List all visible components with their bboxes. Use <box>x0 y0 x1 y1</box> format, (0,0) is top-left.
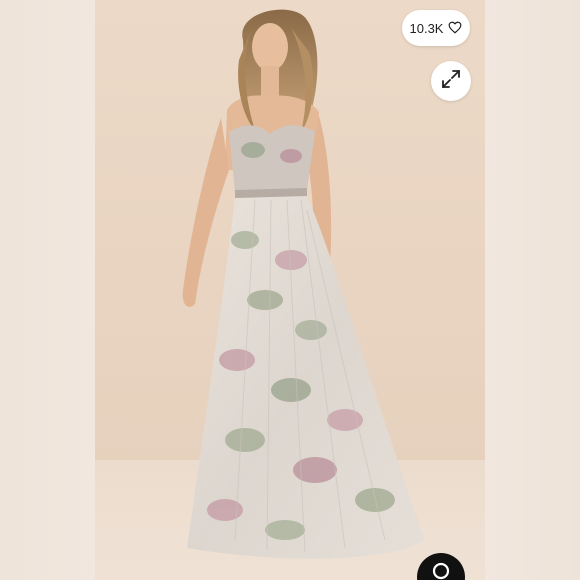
listing-image-viewer: 10.3K <box>0 0 580 580</box>
heart-outline-icon <box>448 21 462 36</box>
likes-count: 10.3K <box>409 20 444 36</box>
search-icon <box>431 561 451 580</box>
likes-button[interactable]: 10.3K <box>402 10 470 46</box>
expand-arrows-icon <box>441 69 461 94</box>
blurred-backdrop-right <box>485 0 580 580</box>
model-in-floral-gown-illustration <box>95 0 485 580</box>
blurred-backdrop-left <box>0 0 95 580</box>
expand-button[interactable] <box>431 61 471 101</box>
product-photo[interactable] <box>95 0 485 580</box>
